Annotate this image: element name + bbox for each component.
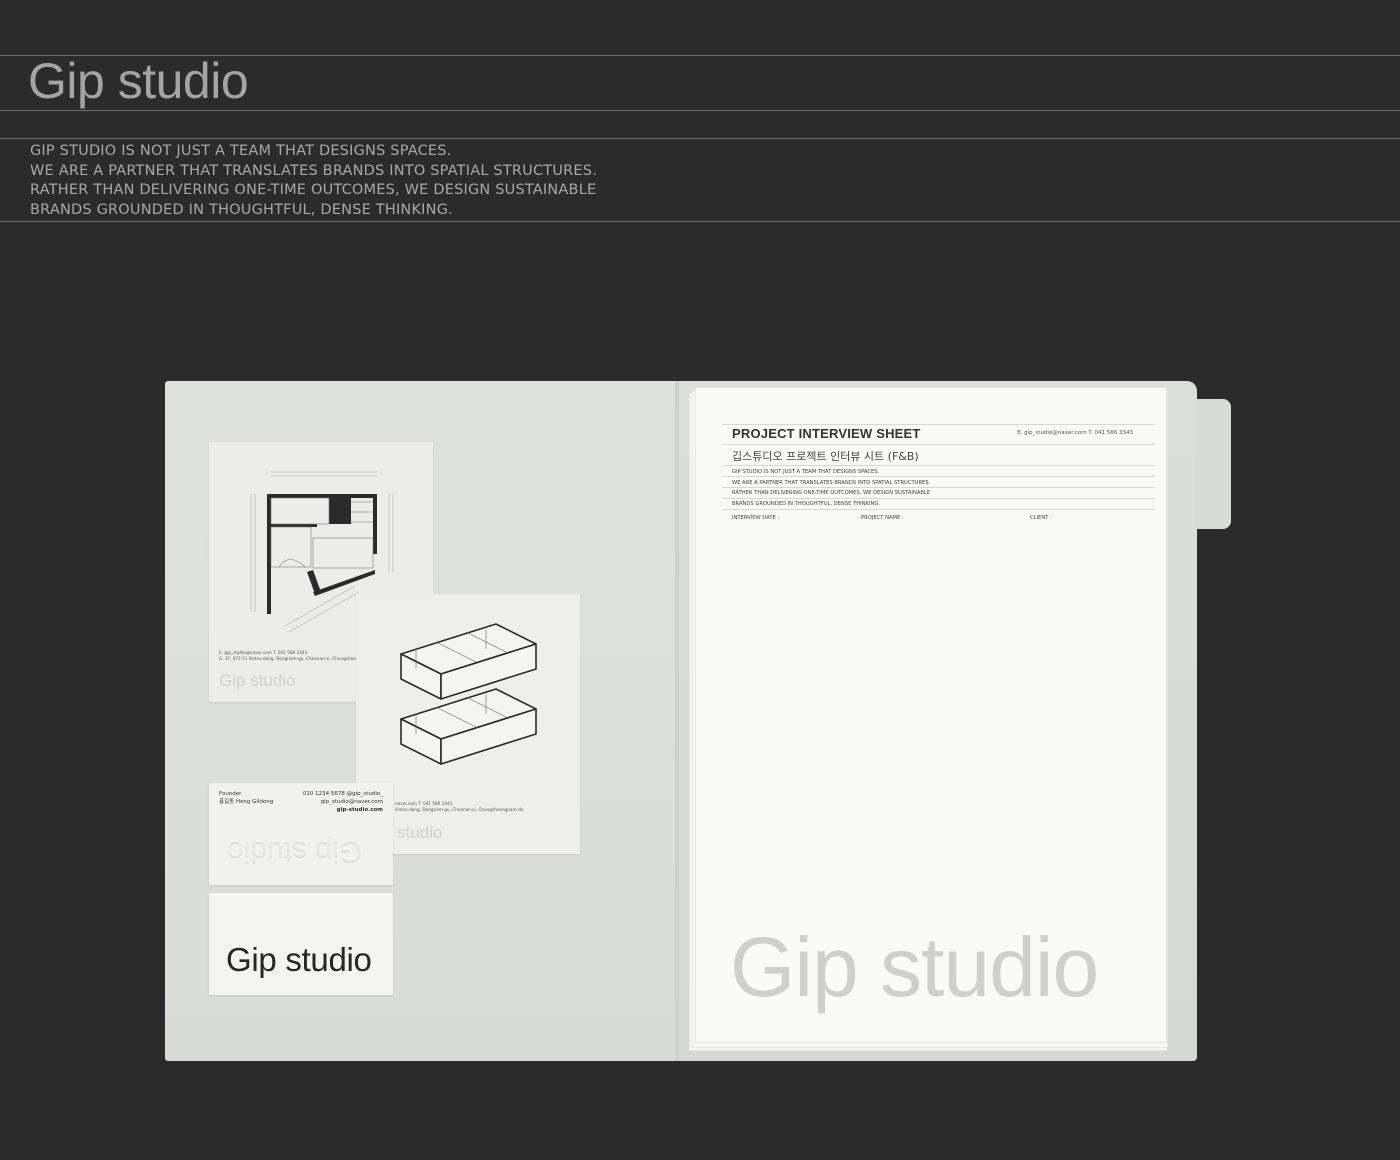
- doc-rule: [722, 465, 1155, 466]
- tagline-line: BRANDS GROUNDED IN THOUGHTFUL, DENSE THI…: [30, 201, 453, 218]
- brand-title: Gip studio: [28, 53, 249, 109]
- interview-sheet-body: GIP STUDIO IS NOT JUST A TEAM THAT DESIG…: [732, 467, 930, 509]
- doc-rule: [722, 424, 1155, 425]
- tagline-bottom-rule: [0, 221, 1400, 222]
- doc-rule: [722, 498, 1155, 499]
- interview-sheet-subtitle: 깁스튜디오 프로젝트 인터뷰 시트 (F&B): [732, 450, 919, 463]
- doc-rule: [722, 476, 1155, 477]
- plan-address: G. 3F, 472-11 Ilintsu-dong, Dongnam-gu, …: [219, 656, 378, 661]
- card-email: gip_studio@naver.com: [320, 799, 383, 805]
- doc-rule: [722, 509, 1155, 510]
- body-line: BRANDS GROUNDED IN THOUGHTFUL, DENSE THI…: [732, 500, 881, 507]
- card-role: Founder: [219, 791, 242, 797]
- field-project-name: PROJECT NAME :: [861, 515, 904, 521]
- tagline-line: WE ARE A PARTNER THAT TRANSLATES BRANDS …: [30, 162, 598, 179]
- business-card-back: Founder 홍길동 Hong Gildong 010 1234 5678 @…: [209, 783, 393, 885]
- doc-rule: [722, 444, 1155, 445]
- title-bottom-rule: [0, 110, 1400, 111]
- field-client: CLIENT :: [1030, 515, 1052, 521]
- doc-rule: [722, 487, 1155, 488]
- isometric-model-drawing-icon: [400, 623, 537, 765]
- tagline-line: GIP STUDIO IS NOT JUST A TEAM THAT DESIG…: [30, 143, 452, 159]
- business-card-front: Gip studio: [209, 893, 393, 995]
- card-emboss-logo: Gip studio: [227, 834, 363, 867]
- field-interview-date: INTERVIEW DATE :: [732, 515, 780, 521]
- plan-watermark: Gip studio: [219, 671, 296, 690]
- tagline: GIP STUDIO IS NOT JUST A TEAM THAT DESIG…: [30, 142, 597, 220]
- card-name: 홍길동 Hong Gildong: [219, 799, 274, 805]
- tagline-top-rule: [0, 138, 1400, 139]
- card-phone: 010 1234 5678 @gip_studio_: [302, 791, 383, 797]
- card-front-logo: Gip studio: [226, 941, 372, 978]
- iso-address: ilintsu-dong, Dongnam-gu, Cheonan-si, Ch…: [395, 807, 524, 812]
- iso-watermark: studio: [397, 823, 443, 842]
- tagline-line: RATHER THAN DELIVERING ONE-TIME OUTCOMES…: [30, 182, 597, 198]
- interview-sheet-title: PROJECT INTERVIEW SHEET: [732, 426, 921, 441]
- folder-fold: [675, 381, 679, 1061]
- folder-tab: [1195, 399, 1231, 529]
- interview-sheet-watermark: Gip studio: [730, 920, 1099, 1014]
- card-web: gip-studio.com: [336, 807, 383, 813]
- interview-sheet-contact: E. gip_studio@naver.com T. 041 566 3343: [1017, 430, 1133, 436]
- folder-mockup: E. gip_studio@naver.com T. 041 566 3343 …: [165, 381, 1231, 1063]
